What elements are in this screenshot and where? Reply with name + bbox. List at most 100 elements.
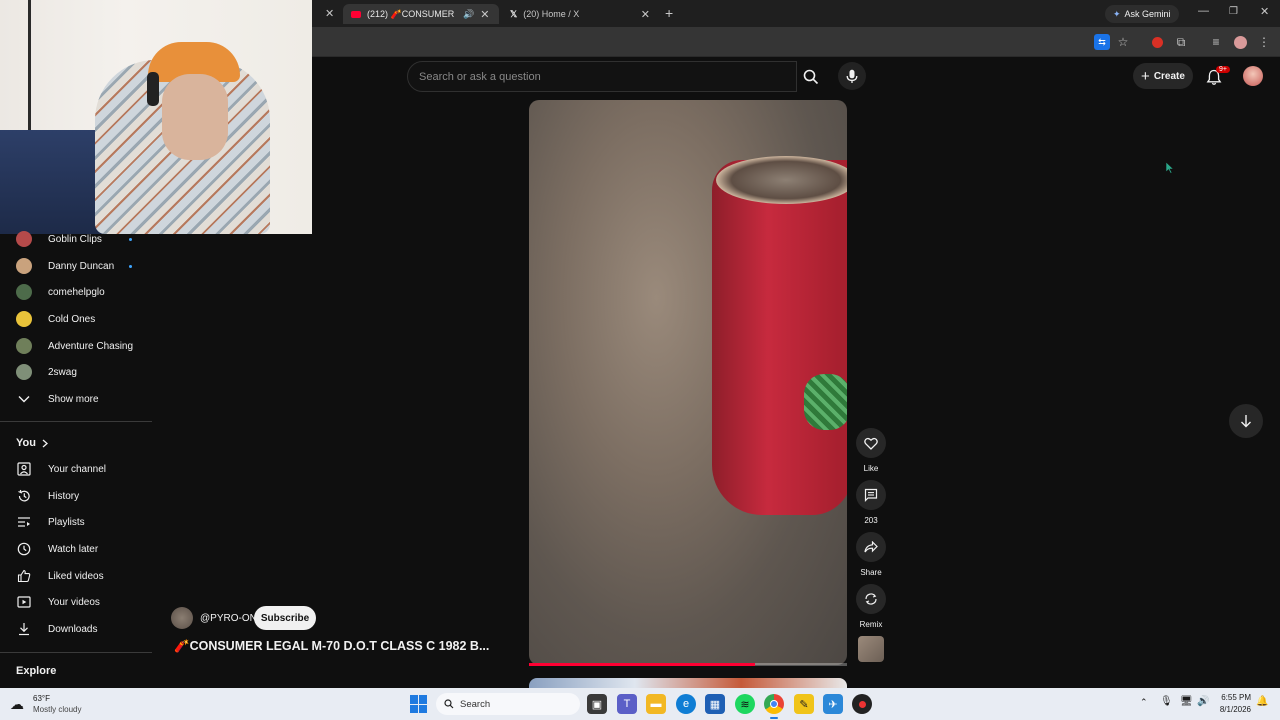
sidebar-item-subscription[interactable]: comehelpglo xyxy=(0,279,152,305)
arrow-down-icon xyxy=(1241,415,1251,428)
chevron-up-icon[interactable]: ⌃ xyxy=(1140,697,1148,708)
subscribe-button[interactable]: Subscribe xyxy=(254,606,316,630)
speaker-icon[interactable]: 🔊 xyxy=(463,9,474,20)
store-icon[interactable]: ▦ xyxy=(705,694,725,714)
tab-label: (20) Home / X xyxy=(523,9,580,19)
channel-icon xyxy=(0,462,48,476)
task-view-icon[interactable]: ▣ xyxy=(587,694,607,714)
app-blue-icon[interactable]: ✈ xyxy=(823,694,843,714)
spotify-icon[interactable]: ≋ xyxy=(735,694,755,714)
webcam-overlay xyxy=(0,0,312,234)
extensions-icon[interactable]: ⧉ xyxy=(1173,34,1189,50)
sidebar-item-playlists[interactable]: Playlists xyxy=(0,509,152,535)
account-avatar[interactable] xyxy=(1243,66,1263,86)
channel-avatar[interactable] xyxy=(171,607,193,629)
sidebar-item-your-channel[interactable]: Your channel xyxy=(0,456,152,482)
extension-record-icon[interactable] xyxy=(1149,34,1165,50)
windows-start-icon[interactable] xyxy=(410,695,428,713)
channel-name[interactable]: @PYRO-ON xyxy=(200,613,257,624)
notification-bell-icon[interactable]: 🔔 xyxy=(1256,696,1268,707)
sidebar-divider xyxy=(0,652,152,653)
search-input[interactable]: Search or ask a question xyxy=(407,61,797,92)
sidebar-item-your-videos[interactable]: Your videos xyxy=(0,589,152,615)
sidebar-item-watch-later[interactable]: Watch later xyxy=(0,536,152,562)
next-video-button[interactable] xyxy=(1229,404,1263,438)
microphone-tray-icon[interactable]: 🎙 xyxy=(1160,696,1173,707)
voice-search-button[interactable] xyxy=(838,62,866,90)
profile-avatar[interactable] xyxy=(1232,34,1248,50)
weather-temp[interactable]: 63°F xyxy=(33,694,50,703)
like-icon xyxy=(0,569,48,583)
show-more-button[interactable]: Show more xyxy=(0,386,152,412)
show-more-label: Show more xyxy=(48,393,99,405)
edge-icon[interactable]: e xyxy=(676,694,696,714)
tab-x[interactable]: 𝕏 (20) Home / X ✕ xyxy=(502,4,658,24)
ask-gemini-button[interactable]: ✦ Ask Gemini xyxy=(1105,5,1179,23)
next-short-preview[interactable] xyxy=(529,678,847,688)
gemini-sparkle-icon: ✦ xyxy=(1113,8,1121,19)
comments-count: 203 xyxy=(864,516,878,525)
weather-cloud-icon: ☁ xyxy=(10,696,24,712)
sidebar-item-subscription[interactable]: Cold Ones xyxy=(0,306,152,332)
sidebar-item-label: History xyxy=(48,490,80,502)
translate-icon[interactable]: ⇆ xyxy=(1094,34,1110,50)
remix-button[interactable]: Remix xyxy=(856,584,886,629)
explore-section-heading: Explore xyxy=(16,665,56,677)
minimize-icon[interactable]: — xyxy=(1198,5,1209,17)
create-button[interactable]: + Create xyxy=(1133,63,1193,89)
close-tab-icon[interactable]: ✕ xyxy=(480,8,489,21)
tab-search-icon[interactable]: ≡ xyxy=(1208,34,1224,50)
sidebar-item-subscription[interactable]: Goblin Clips xyxy=(0,226,152,252)
chevron-right-icon xyxy=(42,439,48,447)
network-icon[interactable]: 🖥 xyxy=(1180,696,1193,707)
channel-avatar xyxy=(16,338,32,354)
file-explorer-icon[interactable]: ▬ xyxy=(646,694,666,714)
share-arrow-icon xyxy=(864,541,878,553)
share-button[interactable]: Share xyxy=(856,532,886,577)
sound-thumbnail[interactable] xyxy=(858,636,884,662)
close-tab-icon[interactable]: ✕ xyxy=(641,8,650,21)
restore-icon[interactable]: ❐ xyxy=(1229,6,1238,17)
create-label: Create xyxy=(1153,70,1185,82)
sidebar-item-history[interactable]: History xyxy=(0,483,152,509)
sidebar-item-label: Adventure Chasing xyxy=(48,340,134,352)
close-tab-icon[interactable]: ✕ xyxy=(325,7,334,20)
new-tab-button[interactable]: + xyxy=(665,5,673,21)
you-heading-label: You xyxy=(16,437,36,449)
clock-date[interactable]: 8/1/2026 xyxy=(1211,705,1251,714)
clock-time[interactable]: 6:55 PM xyxy=(1215,693,1251,702)
windows-taskbar: ☁ 63°F Mostly cloudy Search ▣ T ▬ e ▦ ≋ … xyxy=(0,688,1280,720)
sidebar-item-subscription[interactable]: 2swag xyxy=(0,359,152,385)
notifications-button[interactable]: 9+ xyxy=(1206,66,1230,86)
app-pen-icon[interactable]: ✎ xyxy=(794,694,814,714)
video-title[interactable]: 🧨CONSUMER LEGAL M-70 D.O.T CLASS C 1982 … xyxy=(174,639,489,654)
search-button[interactable] xyxy=(796,61,826,92)
explore-heading-label: Explore xyxy=(16,665,57,677)
like-button[interactable]: Like xyxy=(856,428,886,473)
shorts-video-player[interactable] xyxy=(529,100,847,665)
notification-badge: 9+ xyxy=(1216,66,1230,73)
chrome-icon[interactable] xyxy=(764,694,784,714)
share-label: Share xyxy=(860,568,882,577)
teams-icon[interactable]: T xyxy=(617,694,637,714)
plus-icon: + xyxy=(1141,67,1150,85)
tab-youtube[interactable]: (212) 🧨CONSUMER LEGA 🔊 ✕ xyxy=(343,4,499,24)
download-icon xyxy=(0,622,48,636)
sidebar-item-subscription[interactable]: Adventure Chasing xyxy=(0,333,152,359)
bookmark-star-icon[interactable]: ☆ xyxy=(1115,34,1131,50)
browser-menu-icon[interactable]: ⋮ xyxy=(1256,34,1272,50)
you-section-heading[interactable]: You xyxy=(16,437,48,449)
sidebar-item-subscription[interactable]: Danny Duncan xyxy=(0,253,152,279)
sidebar-item-downloads[interactable]: Downloads xyxy=(0,616,152,642)
sidebar-item-liked-videos[interactable]: Liked videos xyxy=(0,563,152,589)
sidebar-item-label: Your videos xyxy=(48,596,100,608)
remix-label: Remix xyxy=(859,620,883,629)
weather-desc[interactable]: Mostly cloudy xyxy=(33,705,81,714)
volume-icon[interactable]: 🔊 xyxy=(1197,696,1209,707)
tube-top xyxy=(716,156,847,204)
taskbar-search-box[interactable]: Search xyxy=(436,693,580,715)
channel-avatar xyxy=(16,258,32,274)
comments-button[interactable]: 203 xyxy=(856,480,886,525)
app-record-icon[interactable] xyxy=(852,694,872,714)
close-window-icon[interactable]: ✕ xyxy=(1260,5,1269,18)
